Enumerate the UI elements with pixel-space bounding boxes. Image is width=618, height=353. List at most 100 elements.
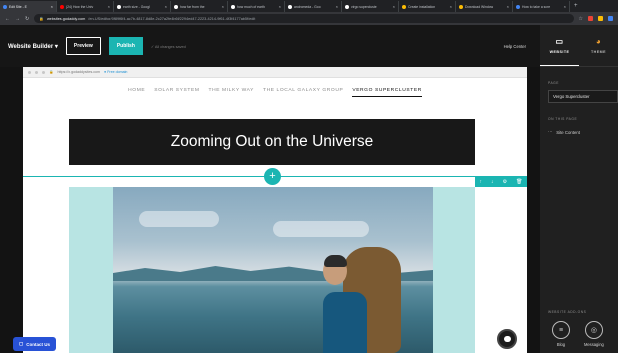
favicon-icon (345, 4, 349, 9)
site-nav-item[interactable]: HOME (128, 88, 145, 97)
blog-icon: ≡ (552, 321, 570, 339)
page-select[interactable]: Vergo Supercluster (548, 90, 618, 103)
site-nav-item[interactable]: THE LOCAL GALAXY GROUP (263, 88, 343, 97)
tab-website[interactable]: ▭ WEBSITE (540, 25, 579, 66)
site-nav-item[interactable]: SOLAR SYSTEM (154, 88, 199, 97)
browser-toolbar: ← → ↻ 🔒 websites.godaddy.com /en-US/edit… (0, 12, 618, 25)
addon-blog[interactable]: ≡ Blog (552, 321, 570, 347)
tab-theme[interactable]: ◕ THEME (579, 25, 618, 66)
chat-icon: ▢ (19, 341, 24, 346)
close-tab-icon[interactable]: × (564, 4, 566, 9)
extension-icon[interactable] (598, 16, 603, 21)
builder-menu[interactable]: Website Builder ▾ (8, 43, 58, 50)
browser-tab[interactable]: andromeda - Goo × (285, 1, 342, 12)
close-tab-icon[interactable]: × (108, 4, 110, 9)
publish-button[interactable]: Publish (108, 37, 143, 55)
browser-tab[interactable]: Edit Site - E × (0, 1, 57, 12)
hero-title[interactable]: Zooming Out on the Universe (69, 119, 475, 165)
messaging-icon: ◎ (584, 321, 603, 339)
browser-tab-label: how much of earth (237, 4, 265, 9)
add-section-button[interactable]: + (264, 168, 281, 185)
close-tab-icon[interactable]: × (450, 4, 452, 9)
help-center-link[interactable]: Help Center (504, 44, 526, 49)
image-section[interactable] (69, 187, 475, 353)
back-icon[interactable]: ← (5, 16, 10, 22)
delete-icon[interactable]: 🗑 (516, 179, 522, 185)
free-domain-link[interactable]: ● Free domain (104, 70, 127, 74)
close-tab-icon[interactable]: × (336, 4, 338, 9)
close-tab-icon[interactable]: × (279, 4, 281, 9)
site-preview: 🔒 https://x.godaddysites.com ● Free doma… (23, 67, 527, 353)
drag-handle-icon: ⋯ (548, 129, 553, 134)
favicon-icon (3, 4, 7, 9)
page-label: PAGE (548, 81, 559, 85)
addon-blog-label: Blog (556, 342, 566, 347)
addon-messaging-label: Messaging (584, 342, 604, 347)
window-dot-icon (42, 70, 45, 74)
preview-button[interactable]: Preview (65, 37, 101, 55)
site-nav-item[interactable]: THE MILKY WAY (209, 88, 254, 97)
address-bar[interactable]: 🔒 websites.godaddy.com /en-US/editor/0f8… (34, 14, 574, 23)
free-domain-label: Free domain (107, 70, 128, 74)
site-content-label: Site Content (556, 129, 580, 135)
favicon-icon (516, 4, 520, 9)
close-tab-icon[interactable]: × (51, 4, 53, 9)
website-icon: ▭ (555, 36, 564, 46)
chevron-down-icon: ▾ (54, 43, 58, 50)
extension-icon[interactable] (588, 16, 593, 21)
lock-icon: 🔒 (49, 70, 54, 74)
chat-icon[interactable] (497, 329, 517, 349)
site-nav-item[interactable]: VERGO SUPERCLUSTER (352, 88, 422, 97)
forward-icon[interactable]: → (15, 16, 20, 22)
addons-label: WEBSITE ADD-ONS (548, 310, 587, 314)
browser-tab[interactable]: Create installation × (399, 1, 456, 12)
favicon-icon (174, 4, 178, 9)
contact-us-label: Contact Us (26, 341, 51, 347)
favicon-icon (231, 4, 235, 9)
move-up-icon[interactable]: ↑ (480, 179, 483, 185)
addon-messaging[interactable]: ◎ Messaging (584, 321, 604, 347)
favicon-icon (459, 4, 463, 9)
on-page-label: ON THIS PAGE (548, 117, 578, 121)
browser-tab[interactable]: earth size - Googl × (114, 1, 171, 12)
browser-tab-label: Edit Site - E (9, 4, 27, 9)
settings-icon[interactable]: ⚙ (503, 179, 507, 185)
close-tab-icon[interactable]: × (393, 4, 395, 9)
site-content-item[interactable]: ⋯ Site Content (548, 129, 618, 135)
close-tab-icon[interactable]: × (222, 4, 224, 9)
reload-icon[interactable]: ↻ (25, 16, 29, 22)
browser-tab[interactable]: (24) How the Univ × (57, 1, 114, 12)
move-down-icon[interactable]: ↓ (491, 179, 494, 185)
window-dot-icon (28, 70, 31, 74)
site-address: https://x.godaddysites.com (57, 70, 101, 74)
favicon-icon (60, 4, 64, 9)
browser-tab-label: (24) How the Univ (66, 4, 94, 9)
site-nav: HOME SOLAR SYSTEM THE MILKY WAY THE LOCAL G… (23, 88, 527, 97)
browser-tab-label: Create installation (408, 4, 436, 9)
browser-tab[interactable]: Download Window × (456, 1, 513, 12)
editor-canvas: 🔒 https://x.godaddysites.com ● Free doma… (0, 67, 540, 353)
hiker-photo[interactable] (113, 187, 433, 353)
browser-tab-strip: Edit Site - E × (24) How the Univ × earth si… (0, 0, 618, 12)
tab-theme-label: THEME (590, 50, 607, 54)
builder-topbar: Website Builder ▾ Preview Publish ✓ All … (0, 25, 540, 67)
tab-website-label: WEBSITE (549, 49, 570, 54)
close-tab-icon[interactable]: × (165, 4, 167, 9)
favicon-icon (288, 4, 292, 9)
builder-brand: Website Builder (8, 43, 54, 50)
browser-tab[interactable]: virgo supercluste × (342, 1, 399, 12)
new-tab-button[interactable]: + (570, 1, 582, 12)
bookmark-star-icon[interactable]: ☆ (579, 16, 583, 22)
browser-tab-label: earth size - Googl (123, 4, 150, 9)
close-tab-icon[interactable]: × (507, 4, 509, 9)
favicon-icon (402, 4, 406, 9)
settings-panel: ▭ WEBSITE ◕ THEME PAGE Vergo Supercluste… (540, 25, 618, 353)
extension-icon[interactable] (608, 16, 613, 21)
url-host: websites.godaddy.com (46, 16, 86, 21)
browser-tab[interactable]: how far from the × (171, 1, 228, 12)
contact-us-button[interactable]: ▢ Contact Us (13, 337, 57, 351)
browser-tab[interactable]: How to take a scre × (513, 1, 570, 12)
browser-tab-label: Download Window (465, 4, 494, 9)
browser-tab[interactable]: how much of earth × (228, 1, 285, 12)
site-address-bar: 🔒 https://x.godaddysites.com ● Free doma… (23, 67, 527, 78)
